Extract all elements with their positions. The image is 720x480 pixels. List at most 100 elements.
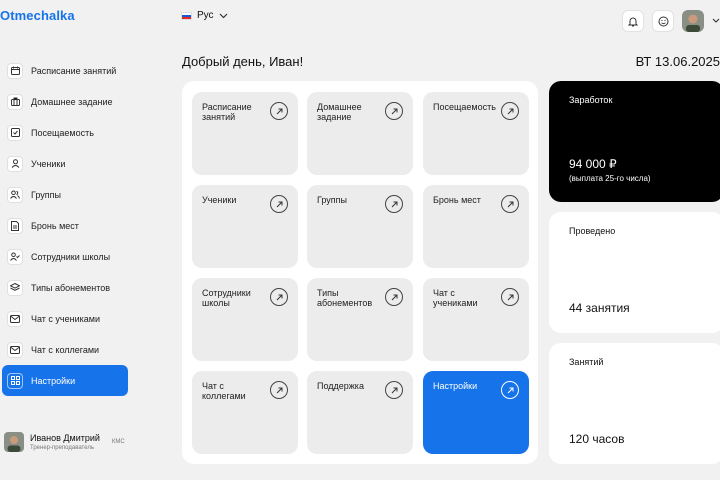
- tile-booking[interactable]: Бронь мест: [423, 185, 529, 268]
- tile-groups[interactable]: Группы: [307, 185, 413, 268]
- tile-label: Бронь мест: [433, 195, 481, 205]
- layers-icon: [7, 279, 23, 296]
- sidebar-item-label: Сотрудники школы: [31, 251, 111, 262]
- document-icon: [7, 217, 23, 234]
- language-selector[interactable]: Рус: [181, 10, 228, 21]
- tile-label: Посещаемость: [433, 102, 496, 112]
- notifications-button[interactable]: [622, 10, 644, 32]
- sidebar-item-chat-students[interactable]: Чат с учениками: [2, 303, 128, 334]
- arrow-up-right-icon: [501, 102, 519, 120]
- sidebar-item-attendance[interactable]: Посещаемость: [2, 117, 128, 148]
- tile-students[interactable]: Ученики: [192, 185, 298, 268]
- page-title: Добрый день, Иван!: [182, 54, 304, 69]
- sidebar-item-label: Настройки: [31, 375, 76, 386]
- lessons-card: Занятий 120 часов: [549, 343, 720, 464]
- sidebar-item-label: Группы: [31, 189, 61, 200]
- users-icon: [7, 186, 23, 203]
- avatar: [4, 432, 24, 452]
- language-label: Рус: [197, 10, 214, 21]
- tile-label: Поддержка: [317, 381, 364, 391]
- earnings-value: 94 000 ₽: [569, 157, 617, 171]
- sidebar-item-homework[interactable]: Домашнее задание: [2, 86, 128, 117]
- earnings-title: Заработок: [569, 95, 613, 105]
- arrow-up-right-icon: [385, 381, 403, 399]
- tile-schedule[interactable]: Расписание занятий: [192, 92, 298, 175]
- earnings-card: Заработок 94 000 ₽ (выплата 25-го числа): [549, 81, 720, 202]
- tile-label: Чат с коллегами: [202, 381, 246, 401]
- sidebar-item-label: Типы абонементов: [31, 282, 111, 293]
- sidebar-item-label: Чат с коллегами: [31, 344, 100, 355]
- grid-icon: [7, 372, 23, 389]
- briefcase-icon: [7, 93, 23, 110]
- avatar-photo-icon: [682, 10, 704, 32]
- mail-icon: [7, 310, 23, 327]
- tile-settings[interactable]: Настройки: [423, 371, 529, 454]
- tile-label: Группы: [317, 195, 347, 205]
- sidebar-item-chat-colleagues[interactable]: Чат с коллегами: [2, 334, 128, 365]
- bell-icon: [628, 17, 638, 26]
- arrow-up-right-icon: [501, 288, 519, 306]
- sidebar-item-students[interactable]: Ученики: [2, 148, 128, 179]
- arrow-up-right-icon: [270, 195, 288, 213]
- lessons-value: 120 часов: [569, 432, 625, 446]
- smile-icon: [658, 16, 668, 26]
- chevron-down-icon: [219, 13, 227, 18]
- tile-label: Расписание занятий: [202, 102, 252, 122]
- header-actions: [622, 10, 720, 32]
- tile-label: Сотрудники школы: [202, 288, 251, 308]
- tile-subscriptions[interactable]: Типы абонементов: [307, 278, 413, 361]
- tile-label: Ученики: [202, 195, 237, 205]
- current-date: ВТ 13.06.2025: [635, 54, 720, 69]
- russia-flag-icon: [181, 11, 192, 20]
- sidebar-item-schedule[interactable]: Расписание занятий: [2, 55, 128, 86]
- tile-support[interactable]: Поддержка: [307, 371, 413, 454]
- tile-label: Чат с учениками: [433, 288, 478, 308]
- user-check-icon: [7, 248, 23, 265]
- user-icon: [7, 155, 23, 172]
- feedback-button[interactable]: [652, 10, 674, 32]
- avatar-photo-icon: [4, 432, 24, 452]
- sidebar-item-booking[interactable]: Бронь мест: [2, 210, 128, 241]
- chevron-down-icon[interactable]: [712, 18, 720, 24]
- sidebar-item-settings[interactable]: Настройки: [2, 365, 128, 396]
- user-name: Иванов Дмитрий: [30, 433, 100, 443]
- sidebar-item-groups[interactable]: Группы: [2, 179, 128, 210]
- checkbox-icon: [7, 124, 23, 141]
- arrow-up-right-icon: [385, 102, 403, 120]
- sidebar-item-subscriptions[interactable]: Типы абонементов: [2, 272, 128, 303]
- quick-actions-panel: Расписание занятий Домашнее задание Посе…: [182, 81, 538, 464]
- sidebar-item-label: Домашнее задание: [31, 96, 113, 107]
- conducted-value: 44 занятия: [569, 301, 630, 315]
- app-logo[interactable]: Otmechalka: [0, 8, 75, 23]
- conducted-card: Проведено 44 занятия: [549, 212, 720, 333]
- lessons-title: Занятий: [569, 357, 604, 367]
- arrow-up-right-icon: [270, 288, 288, 306]
- earnings-note: (выплата 25-го числа): [569, 174, 651, 183]
- user-role: Тренер-преподаватель: [30, 445, 94, 451]
- tile-chat-students[interactable]: Чат с учениками: [423, 278, 529, 361]
- tile-label: Типы абонементов: [317, 288, 373, 308]
- tile-label: Настройки: [433, 381, 478, 391]
- profile-avatar[interactable]: [682, 10, 704, 32]
- arrow-up-right-icon: [270, 102, 288, 120]
- user-rank: КМС: [111, 439, 125, 445]
- arrow-up-right-icon: [385, 288, 403, 306]
- tile-staff[interactable]: Сотрудники школы: [192, 278, 298, 361]
- mail-icon: [7, 341, 23, 358]
- arrow-up-right-icon: [501, 195, 519, 213]
- sidebar-item-label: Ученики: [31, 158, 66, 169]
- tile-attendance[interactable]: Посещаемость: [423, 92, 529, 175]
- arrow-up-right-icon: [385, 195, 403, 213]
- user-profile[interactable]: Иванов Дмитрий Тренер-преподаватель КМС: [4, 432, 125, 452]
- sidebar-item-label: Бронь мест: [31, 220, 79, 231]
- calendar-icon: [7, 62, 23, 79]
- sidebar-item-staff[interactable]: Сотрудники школы: [2, 241, 128, 272]
- sidebar-item-label: Посещаемость: [31, 127, 94, 138]
- sidebar-item-label: Расписание занятий: [31, 65, 117, 76]
- arrow-up-right-icon: [501, 381, 519, 399]
- conducted-title: Проведено: [569, 226, 616, 236]
- tile-label: Домашнее задание: [317, 102, 362, 122]
- tile-chat-colleagues[interactable]: Чат с коллегами: [192, 371, 298, 454]
- tile-homework[interactable]: Домашнее задание: [307, 92, 413, 175]
- arrow-up-right-icon: [270, 381, 288, 399]
